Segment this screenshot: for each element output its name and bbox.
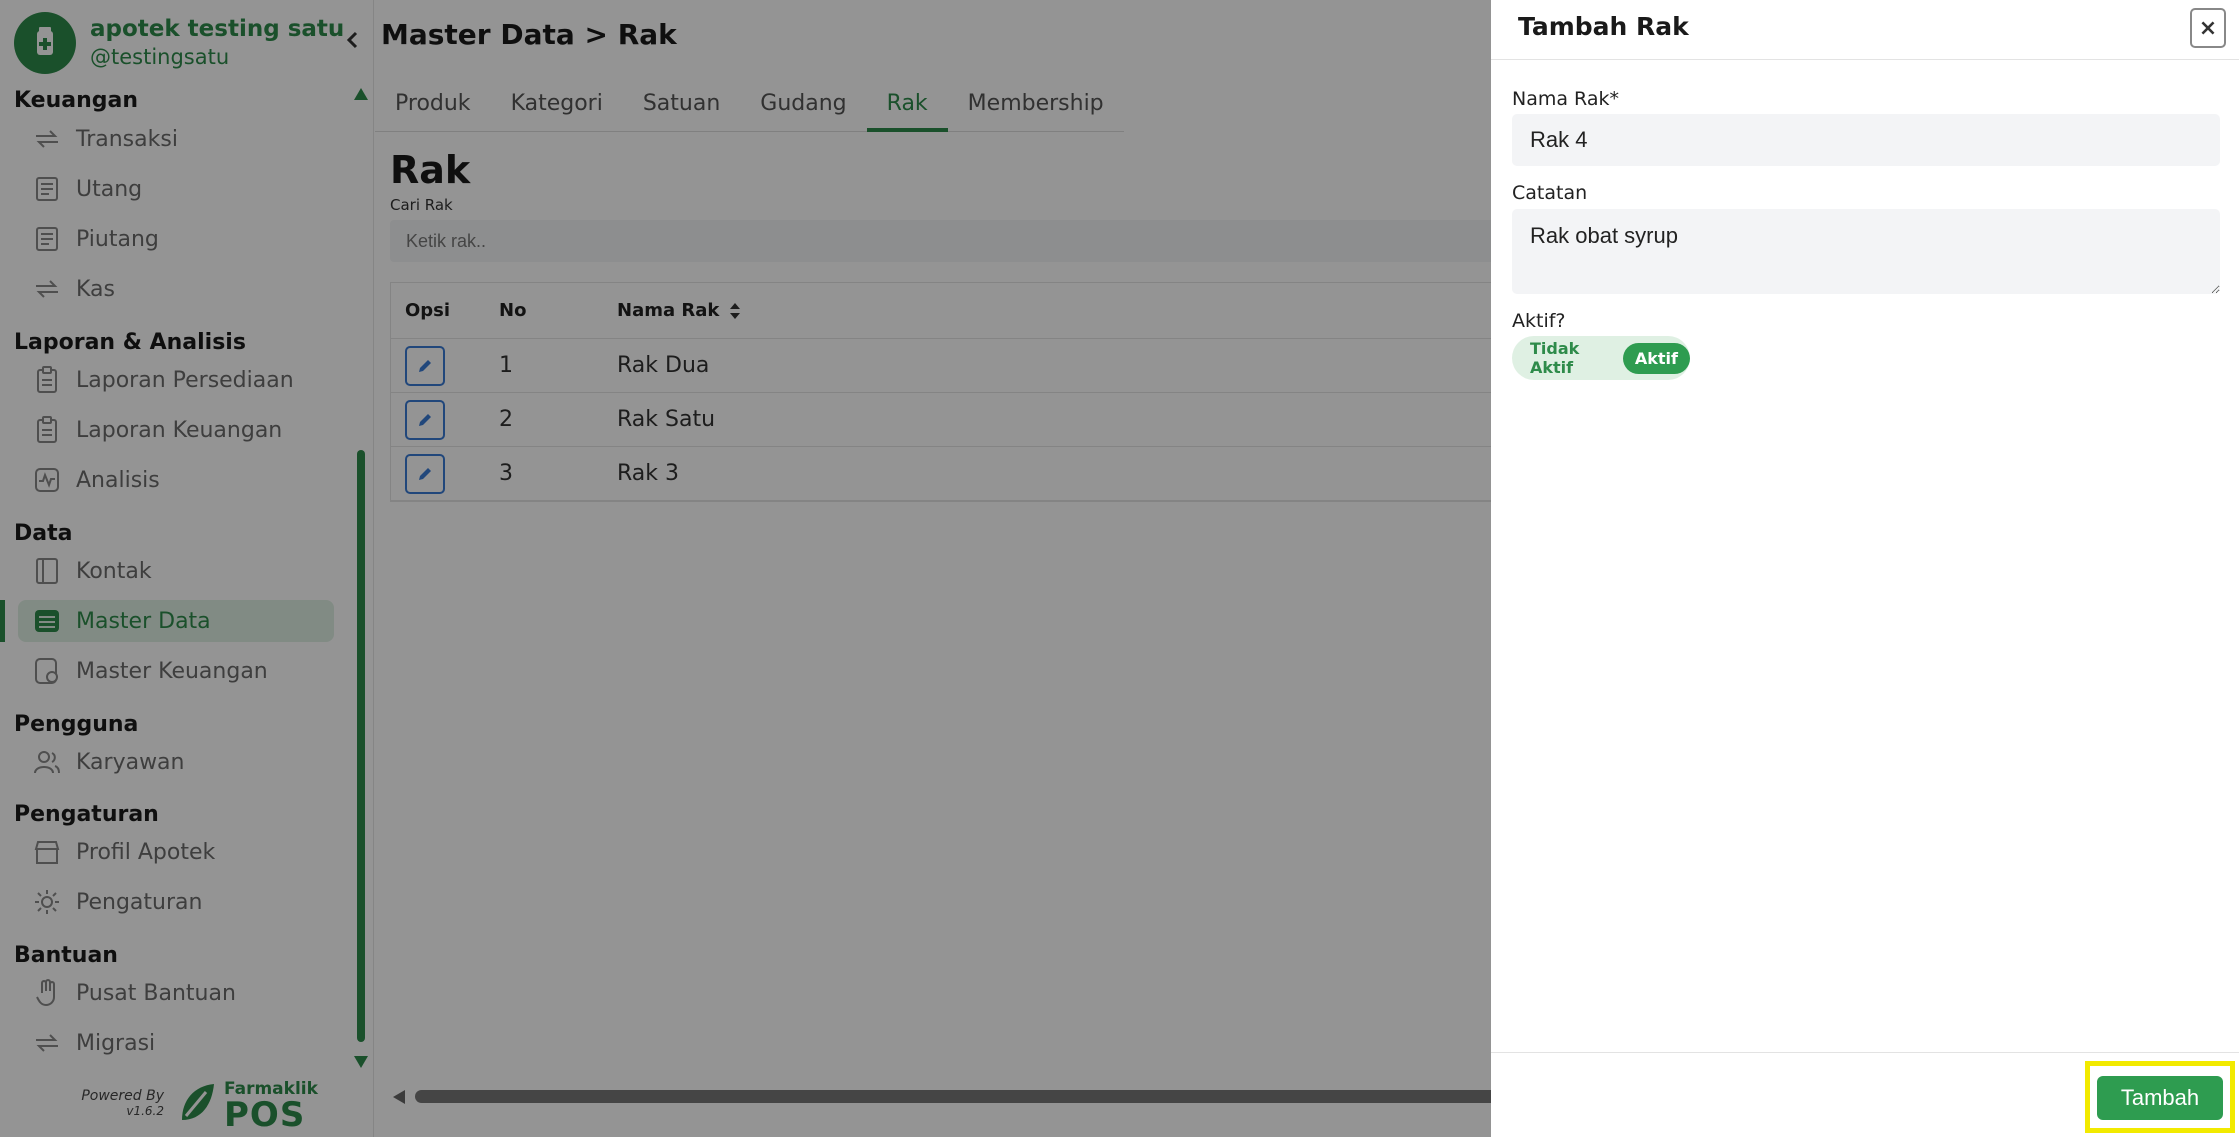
drawer-footer: Tambah [1491,1052,2239,1137]
toggle-on-option[interactable]: Aktif [1622,342,1690,374]
nama-rak-label: Nama Rak* [1512,88,1619,110]
close-icon[interactable]: × [2190,8,2226,48]
submit-highlight-box: Tambah [2085,1061,2235,1133]
tambah-rak-drawer: Tambah Rak × Nama Rak* Catatan Rak obat … [1491,0,2239,1137]
aktif-toggle[interactable]: Tidak Aktif Aktif [1512,336,1690,380]
tambah-button[interactable]: Tambah [2097,1076,2223,1120]
drawer-header: Tambah Rak × [1491,0,2239,60]
catatan-label: Catatan [1512,182,1588,204]
toggle-off-option[interactable]: Tidak Aktif [1530,339,1613,377]
drawer-title: Tambah Rak [1518,12,1689,41]
aktif-label: Aktif? [1512,310,1566,332]
nama-rak-input[interactable] [1512,114,2220,166]
catatan-textarea[interactable]: Rak obat syrup [1512,209,2220,294]
modal-backdrop[interactable] [0,0,1491,1137]
